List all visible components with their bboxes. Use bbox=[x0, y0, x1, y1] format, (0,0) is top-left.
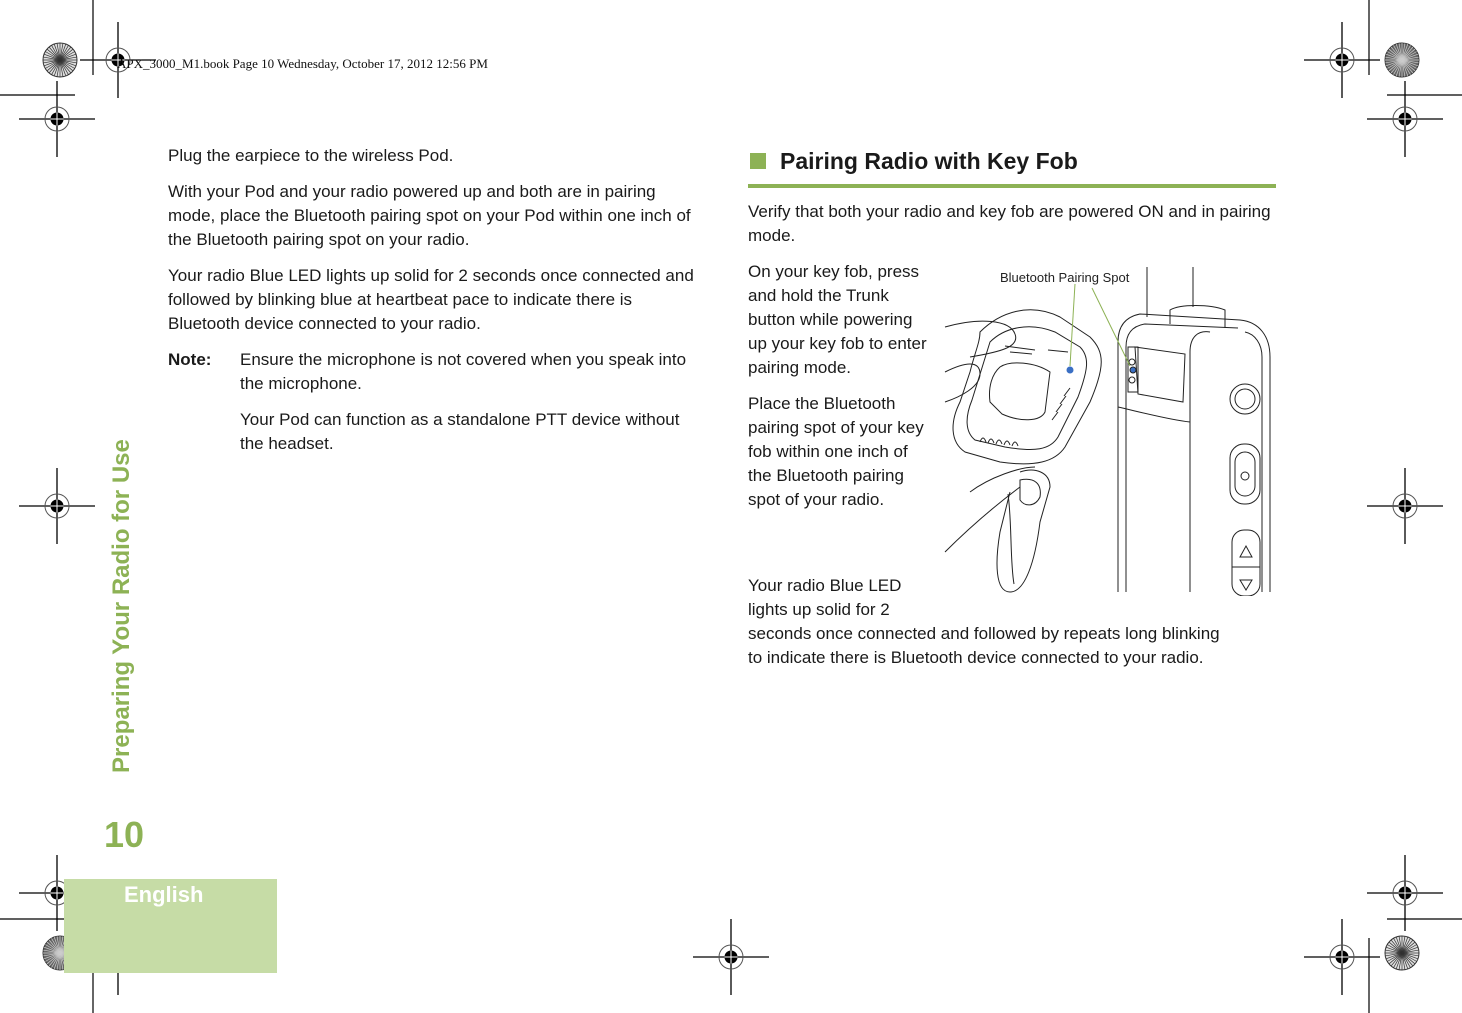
radio-drawing bbox=[1117, 267, 1271, 596]
paragraph: With your Pod and your radio powered up … bbox=[168, 182, 691, 249]
heading-bullet-icon bbox=[750, 153, 766, 169]
registration-mark-icon bbox=[19, 468, 95, 544]
final-line: seconds once connected and followed by r… bbox=[748, 624, 1220, 643]
radio-pairing-spot-icon bbox=[1129, 366, 1137, 374]
chapter-title: Preparing Your Radio for Use bbox=[108, 439, 135, 773]
final-line: lights up solid for 2 bbox=[748, 600, 890, 619]
section-heading-text: Pairing Radio with Key Fob bbox=[780, 148, 1078, 174]
registration-mark-icon bbox=[1367, 468, 1443, 544]
page-number: 10 bbox=[104, 814, 145, 855]
left-column: Plug the earpiece to the wireless Pod. W… bbox=[168, 144, 698, 468]
key-fob-drawing bbox=[944, 309, 1102, 593]
starburst-target-icon bbox=[1384, 42, 1420, 78]
pairing-illustration bbox=[944, 267, 1271, 596]
registration-mark-icon bbox=[1367, 81, 1443, 157]
note-block: Note: Ensure the microphone is not cover… bbox=[168, 348, 698, 468]
starburst-target-icon bbox=[42, 42, 78, 78]
print-header-stamp: APX_3000_M1.book Page 10 Wednesday, Octo… bbox=[117, 56, 488, 71]
note-line: Ensure the microphone is not covered whe… bbox=[240, 350, 687, 393]
paragraph: Plug the earpiece to the wireless Pod. bbox=[168, 146, 454, 165]
language-label: English bbox=[124, 882, 204, 907]
starburst-target-icon bbox=[1384, 935, 1420, 971]
intro-paragraph: Verify that both your radio and key fob … bbox=[748, 202, 1271, 245]
step-paragraph: On your key fob, press and hold the Trun… bbox=[748, 262, 927, 377]
note-body: Ensure the microphone is not covered whe… bbox=[240, 348, 698, 468]
steps: On your key fob, press and hold the Trun… bbox=[748, 260, 928, 524]
registration-mark-icon bbox=[19, 81, 95, 157]
fob-grip-ridges bbox=[979, 387, 1071, 447]
right-column: Pairing Radio with Key Fob Verify that b… bbox=[748, 144, 1276, 667]
step-paragraph: Place the Bluetooth pairing spot of your… bbox=[748, 394, 924, 509]
final-line: to indicate there is Bluetooth device co… bbox=[748, 648, 1204, 667]
paragraph: Your radio Blue LED lights up solid for … bbox=[168, 266, 694, 333]
note-label: Note: bbox=[168, 350, 212, 369]
note-line: Your Pod can function as a standalone PT… bbox=[240, 410, 680, 453]
section-heading: Pairing Radio with Key Fob bbox=[748, 144, 1276, 188]
fob-pairing-spot-icon bbox=[1066, 366, 1074, 374]
registration-mark-icon bbox=[693, 919, 769, 995]
